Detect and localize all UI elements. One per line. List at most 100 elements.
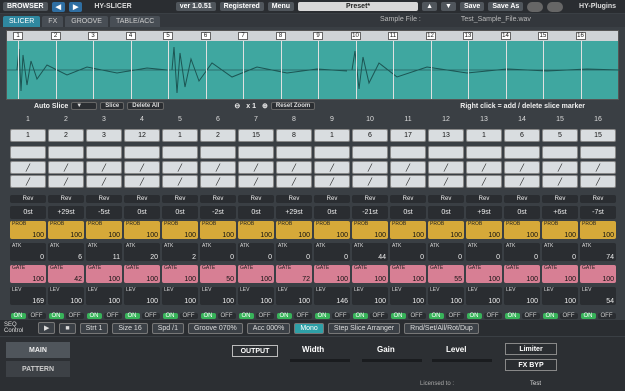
step-gate[interactable]: GATE 100 xyxy=(504,264,540,283)
step-reverse-button[interactable]: Rev xyxy=(238,194,274,203)
step-reverse-button[interactable]: Rev xyxy=(542,194,578,203)
step-reverse-button[interactable]: Rev xyxy=(124,194,160,203)
step-level[interactable]: LEV 100 xyxy=(390,286,426,305)
reset-zoom-button[interactable]: Reset Zoom xyxy=(270,102,316,110)
slice-marker[interactable]: 7 xyxy=(238,32,248,40)
step-pitch[interactable]: 0st xyxy=(428,206,464,219)
step-pitch[interactable]: -2st xyxy=(200,206,236,219)
step-probability[interactable]: PROB 100 xyxy=(466,220,502,239)
step-envelope-shape[interactable]: ╱ xyxy=(162,161,198,174)
step-envelope-shape[interactable]: ╱ xyxy=(390,161,426,174)
step-attack[interactable]: ATK 0 xyxy=(276,242,312,261)
step-envelope-shape[interactable]: ╱ xyxy=(10,161,46,174)
slice-marker[interactable]: 8 xyxy=(275,32,286,40)
step-envelope-shape[interactable]: ╱ xyxy=(10,175,46,188)
step-attack[interactable]: ATK 0 xyxy=(542,242,578,261)
step-gate[interactable]: GATE 55 xyxy=(428,264,464,283)
slice-marker[interactable]: 13 xyxy=(463,32,473,40)
step-pitch[interactable]: 0st xyxy=(504,206,540,219)
step-envelope-shape[interactable]: ╱ xyxy=(504,175,540,188)
step-off-button[interactable]: OFF xyxy=(597,312,616,319)
step-off-button[interactable]: OFF xyxy=(179,312,198,319)
step-probability[interactable]: PROB 100 xyxy=(580,220,616,239)
step-envelope-shape[interactable]: ╱ xyxy=(466,161,502,174)
step-reverse-button[interactable]: Rev xyxy=(200,194,236,203)
step-length-select[interactable]: 5 xyxy=(542,129,578,142)
step-pitch[interactable]: 0st xyxy=(238,206,274,219)
step-envelope-shape[interactable]: ╱ xyxy=(48,161,84,174)
step-slot[interactable] xyxy=(238,146,274,159)
step-length-select[interactable]: 6 xyxy=(504,129,540,142)
step-gate[interactable]: GATE 100 xyxy=(352,264,388,283)
spd-select[interactable]: Spd /1 xyxy=(151,322,184,334)
slice-marker[interactable]: 14 xyxy=(500,32,511,40)
step-probability[interactable]: PROB 100 xyxy=(238,220,274,239)
rnd-set-button[interactable]: Rnd/Set/All/Rot/Dup xyxy=(404,322,479,334)
step-gate[interactable]: GATE 100 xyxy=(314,264,350,283)
step-probability[interactable]: PROB 100 xyxy=(162,220,198,239)
step-off-button[interactable]: OFF xyxy=(141,312,160,319)
save-as-button[interactable]: Save As xyxy=(488,2,524,11)
step-off-button[interactable]: OFF xyxy=(445,312,464,319)
zoom-minus-icon[interactable]: ⊖ xyxy=(234,102,240,110)
step-reverse-button[interactable]: Rev xyxy=(580,194,616,203)
step-length-select[interactable]: 17 xyxy=(390,129,426,142)
width-slider[interactable] xyxy=(290,359,350,362)
step-envelope-shape[interactable]: ╱ xyxy=(162,175,198,188)
step-attack[interactable]: ATK 0 xyxy=(200,242,236,261)
step-attack[interactable]: ATK 0 xyxy=(466,242,502,261)
step-length-select[interactable]: 12 xyxy=(124,129,160,142)
step-length-select[interactable]: 6 xyxy=(352,129,388,142)
step-length-select[interactable]: 15 xyxy=(580,129,616,142)
step-reverse-button[interactable]: Rev xyxy=(162,194,198,203)
step-length-select[interactable]: 8 xyxy=(276,129,312,142)
limiter-button[interactable]: Limiter xyxy=(505,343,557,355)
step-gate[interactable]: GATE 100 xyxy=(466,264,502,283)
step-length-select[interactable]: 1 xyxy=(314,129,350,142)
step-on-button[interactable]: ON xyxy=(466,312,482,319)
step-on-button[interactable]: ON xyxy=(238,312,254,319)
step-on-button[interactable]: ON xyxy=(276,312,292,319)
step-probability[interactable]: PROB 100 xyxy=(276,220,312,239)
step-off-button[interactable]: OFF xyxy=(293,312,312,319)
step-probability[interactable]: PROB 100 xyxy=(352,220,388,239)
main-button[interactable]: MAIN xyxy=(6,342,70,358)
step-slot[interactable] xyxy=(86,146,122,159)
step-envelope-shape[interactable]: ╱ xyxy=(428,175,464,188)
step-length-select[interactable]: 1 xyxy=(162,129,198,142)
step-attack[interactable]: ATK 44 xyxy=(352,242,388,261)
step-envelope-shape[interactable]: ╱ xyxy=(124,175,160,188)
step-slot[interactable] xyxy=(504,146,540,159)
slice-marker[interactable]: 2 xyxy=(50,32,61,40)
step-level[interactable]: LEV 100 xyxy=(200,286,236,305)
step-envelope-shape[interactable]: ╱ xyxy=(86,175,122,188)
step-envelope-shape[interactable]: ╱ xyxy=(238,161,274,174)
step-length-select[interactable]: 2 xyxy=(48,129,84,142)
gain-slider[interactable] xyxy=(362,359,422,362)
auto-slice-dropdown[interactable]: ▼ xyxy=(71,102,98,110)
step-gate[interactable]: GATE 100 xyxy=(390,264,426,283)
step-off-button[interactable]: OFF xyxy=(331,312,350,319)
menu-button[interactable]: Menu xyxy=(267,2,295,11)
step-off-button[interactable]: OFF xyxy=(483,312,502,319)
slice-marker[interactable]: 9 xyxy=(313,32,323,40)
step-level[interactable]: LEV 100 xyxy=(352,286,388,305)
step-envelope-shape[interactable]: ╱ xyxy=(86,161,122,174)
step-gate[interactable]: GATE 72 xyxy=(276,264,312,283)
step-probability[interactable]: PROB 100 xyxy=(504,220,540,239)
step-slot[interactable] xyxy=(352,146,388,159)
slice-marker[interactable]: 12 xyxy=(425,32,436,40)
step-envelope-shape[interactable]: ╱ xyxy=(466,175,502,188)
step-attack[interactable]: ATK 0 xyxy=(428,242,464,261)
step-slot[interactable] xyxy=(428,146,464,159)
slice-marker[interactable]: 11 xyxy=(388,32,398,40)
step-probability[interactable]: PROB 100 xyxy=(124,220,160,239)
step-on-button[interactable]: ON xyxy=(542,312,558,319)
step-length-select[interactable]: 13 xyxy=(428,129,464,142)
save-button[interactable]: Save xyxy=(459,2,485,11)
step-envelope-shape[interactable]: ╱ xyxy=(124,161,160,174)
step-attack[interactable]: ATK 74 xyxy=(580,242,616,261)
acc-display[interactable]: Acc 000% xyxy=(246,322,291,334)
next-button[interactable]: ▶ xyxy=(68,1,83,12)
step-slot[interactable] xyxy=(162,146,198,159)
